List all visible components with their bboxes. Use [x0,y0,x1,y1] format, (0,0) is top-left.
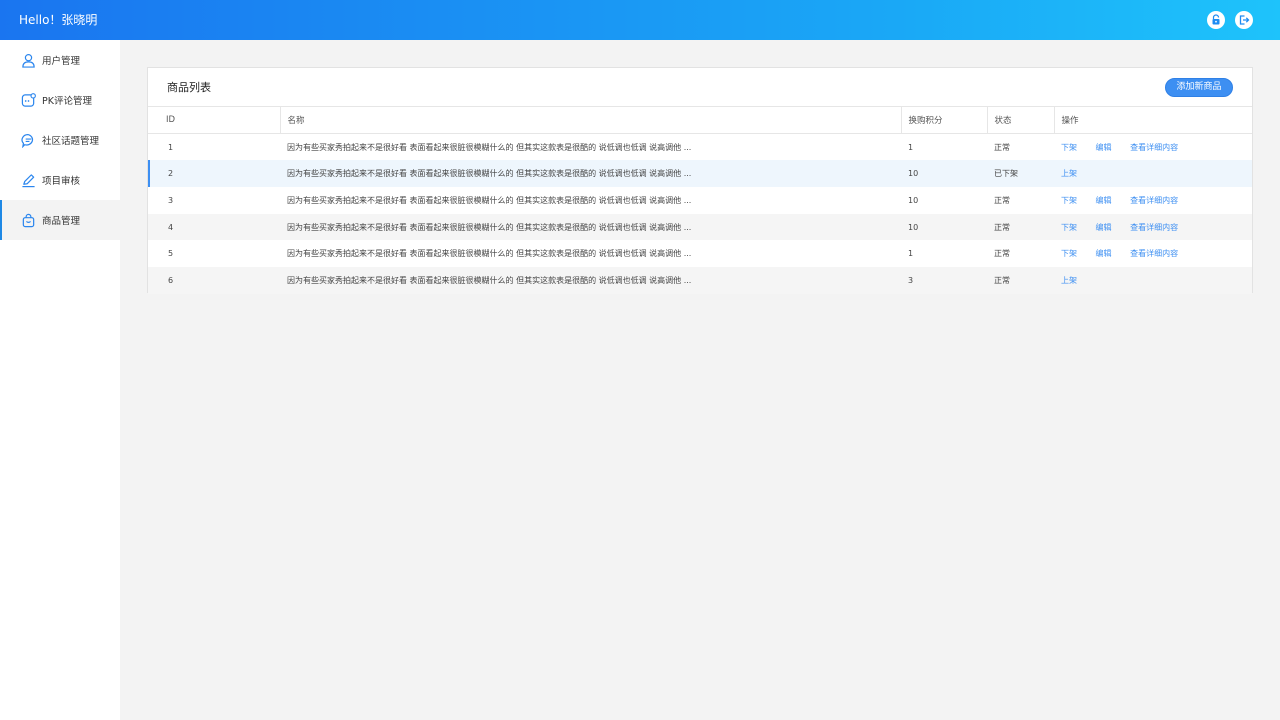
sidebar-item-label: 用户管理 [42,56,81,67]
sidebar: 用户管理 PK评论管理 社区话题管理 项目审核 商品管理 [0,40,120,720]
cell-id: 5 [168,249,174,259]
product-list-panel: 商品列表 添加新商品 ID 名称 换购积分 状态 操作 1 因为有些买家秀拍起来… [147,67,1253,294]
sidebar-item-label: PK评论管理 [42,96,92,107]
table-row[interactable]: 5 因为有些买家秀拍起来不是很好看 表面看起来很脏很模糊什么的 但其实这款表是很… [148,240,1252,267]
greeting-text: Hello！张晓明 [19,13,98,27]
sidebar-item-community-topics[interactable]: 社区话题管理 [0,120,120,160]
cell-id: 3 [168,195,174,205]
column-header-actions: 操作 [1054,107,1252,135]
cell-id: 1 [168,142,174,152]
table-row[interactable]: 4 因为有些买家秀拍起来不是很好看 表面看起来很脏很模糊什么的 但其实这款表是很… [148,213,1252,241]
cell-points: 10 [908,195,919,205]
product-table: ID 名称 换购积分 状态 操作 1 因为有些买家秀拍起来不是很好看 表面看起来… [148,107,1252,294]
add-product-button[interactable]: 添加新商品 [1165,78,1233,97]
table-row[interactable]: 6 因为有些买家秀拍起来不是很好看 表面看起来很脏很模糊什么的 但其实这款表是很… [148,267,1252,294]
cell-points: 10 [901,160,987,188]
view-details-link[interactable]: 查看详细内容 [1130,223,1178,232]
view-details-link[interactable]: 查看详细内容 [1130,196,1178,205]
sidebar-item-label: 商品管理 [42,216,81,227]
put-on-shelf-link[interactable]: 上架 [1061,276,1077,285]
cell-actions: 下架 编辑 查看详细内容 [1054,213,1252,241]
shopping-bag-icon [20,212,36,228]
panel-header: 商品列表 添加新商品 [148,68,1252,107]
take-down-link[interactable]: 下架 [1061,196,1077,205]
edit-link[interactable]: 编辑 [1096,249,1112,258]
take-down-link[interactable]: 下架 [1061,143,1077,152]
put-on-shelf-link[interactable]: 上架 [1061,169,1077,178]
cell-status: 已下架 [987,160,1054,188]
cell-name: 因为有些买家秀拍起来不是很好看 表面看起来很脏很模糊什么的 但其实这款表是很酷的… [280,213,901,241]
cell-actions: 上架 [1054,160,1252,188]
table-row[interactable]: 2 因为有些买家秀拍起来不是很好看 表面看起来很脏很模糊什么的 但其实这款表是很… [148,160,1252,188]
take-down-link[interactable]: 下架 [1061,223,1077,232]
user-icon [20,52,36,68]
topic-chat-icon [20,132,36,148]
sidebar-item-pk-comments[interactable]: PK评论管理 [0,80,120,120]
table-header-row: ID 名称 换购积分 状态 操作 [148,107,1252,135]
column-header-id[interactable]: ID [148,107,281,135]
cell-status: 正常 [994,249,1010,259]
cell-name: 因为有些买家秀拍起来不是很好看 表面看起来很脏很模糊什么的 但其实这款表是很酷的… [280,267,901,294]
cell-points: 10 [901,213,987,241]
cell-id: 4 [148,213,280,241]
cell-status: 正常 [987,213,1054,241]
sidebar-item-label: 项目审核 [42,176,81,187]
edit-pen-icon [20,172,36,188]
column-header-status[interactable]: 状态 [987,107,1055,135]
edit-link[interactable]: 编辑 [1096,196,1112,205]
cell-points: 3 [901,267,987,294]
pk-comment-icon [20,92,36,108]
sidebar-item-users[interactable]: 用户管理 [0,40,120,80]
edit-link[interactable]: 编辑 [1096,143,1112,152]
cell-status: 正常 [994,195,1010,205]
cell-actions: 上架 [1054,267,1252,294]
unlock-icon[interactable] [1207,11,1225,29]
cell-actions: 下架 编辑 查看详细内容 [1054,134,1252,161]
cell-name: 因为有些买家秀拍起来不是很好看 表面看起来很脏很模糊什么的 但其实这款表是很酷的… [287,249,692,259]
cell-id: 6 [148,267,280,294]
column-header-points[interactable]: 换购积分 [901,107,988,135]
cell-name: 因为有些买家秀拍起来不是很好看 表面看起来很脏很模糊什么的 但其实这款表是很酷的… [287,142,692,152]
cell-status: 正常 [994,142,1010,152]
sidebar-item-label: 社区话题管理 [42,136,100,147]
logout-icon[interactable] [1235,11,1253,29]
view-details-link[interactable]: 查看详细内容 [1130,143,1178,152]
cell-id: 2 [148,160,280,188]
sidebar-item-project-review[interactable]: 项目审核 [0,160,120,200]
table-row[interactable]: 3 因为有些买家秀拍起来不是很好看 表面看起来很脏很模糊什么的 但其实这款表是很… [148,187,1252,214]
cell-name: 因为有些买家秀拍起来不是很好看 表面看起来很脏很模糊什么的 但其实这款表是很酷的… [280,160,901,188]
cell-actions: 下架 编辑 查看详细内容 [1054,187,1252,214]
cell-points: 1 [908,142,914,152]
view-details-link[interactable]: 查看详细内容 [1130,249,1178,258]
table-row[interactable]: 1 因为有些买家秀拍起来不是很好看 表面看起来很脏很模糊什么的 但其实这款表是很… [148,134,1252,161]
take-down-link[interactable]: 下架 [1061,249,1077,258]
top-header: Hello！张晓明 [0,0,1280,40]
cell-points: 1 [908,249,914,259]
cell-actions: 下架 编辑 查看详细内容 [1054,240,1252,267]
sidebar-item-product-management[interactable]: 商品管理 [0,200,120,240]
cell-name: 因为有些买家秀拍起来不是很好看 表面看起来很脏很模糊什么的 但其实这款表是很酷的… [287,195,692,205]
column-header-name[interactable]: 名称 [280,107,902,135]
panel-title: 商品列表 [167,81,211,94]
edit-link[interactable]: 编辑 [1096,223,1112,232]
cell-status: 正常 [987,267,1054,294]
